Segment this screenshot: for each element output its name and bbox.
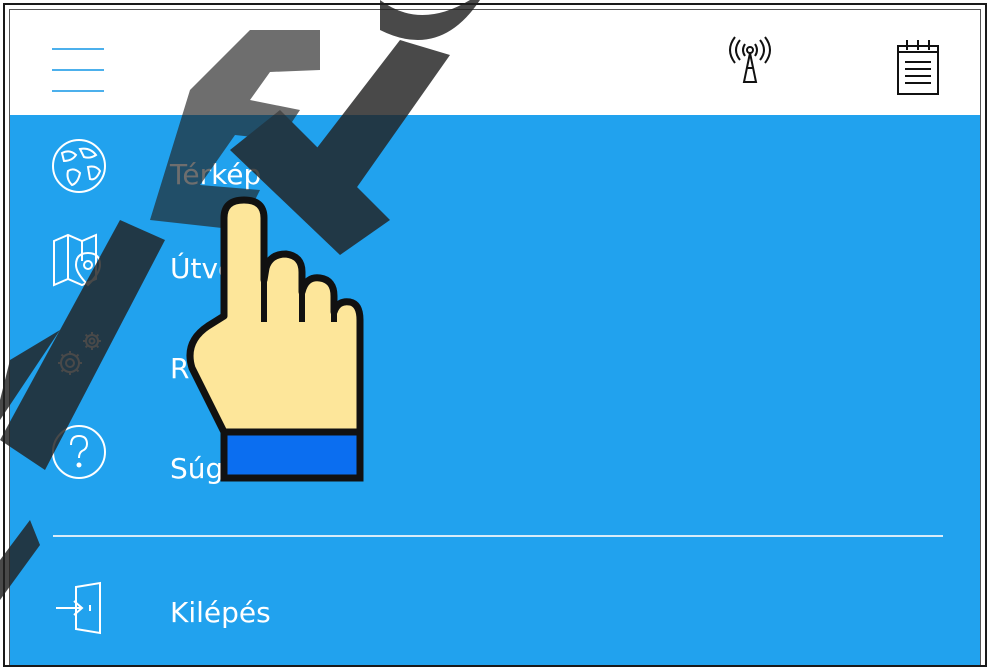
globe-icon <box>52 139 106 193</box>
menu-item-label: Útvonal <box>170 252 278 285</box>
exit-door-icon <box>56 581 101 635</box>
side-menu: Térkép Útvonal R Súg Kilépés <box>10 115 980 665</box>
help-icon <box>52 425 106 479</box>
screenshot-frame: Térkép Útvonal R Súg Kilépés <box>3 3 987 667</box>
notepad-icon[interactable] <box>894 38 942 96</box>
menu-item-route[interactable]: Útvonal <box>10 211 980 307</box>
app-window: Térkép Útvonal R Súg Kilépés <box>9 9 981 665</box>
antenna-signal-icon[interactable] <box>722 36 778 88</box>
menu-item-map[interactable]: Térkép <box>10 115 980 211</box>
logout-item[interactable]: Kilépés <box>10 555 980 651</box>
logout-label: Kilépés <box>170 596 271 629</box>
gears-icon <box>58 332 101 375</box>
menu-item-settings[interactable]: R <box>10 313 980 409</box>
menu-item-label: Térkép <box>170 158 262 191</box>
menu-item-label: Súg <box>170 452 224 485</box>
hamburger-menu-icon[interactable] <box>52 48 106 98</box>
menu-item-help[interactable]: Súg <box>10 415 980 511</box>
map-pin-icon <box>53 233 102 287</box>
menu-item-label: R <box>170 352 190 385</box>
menu-divider <box>53 535 943 537</box>
top-bar <box>10 10 980 115</box>
